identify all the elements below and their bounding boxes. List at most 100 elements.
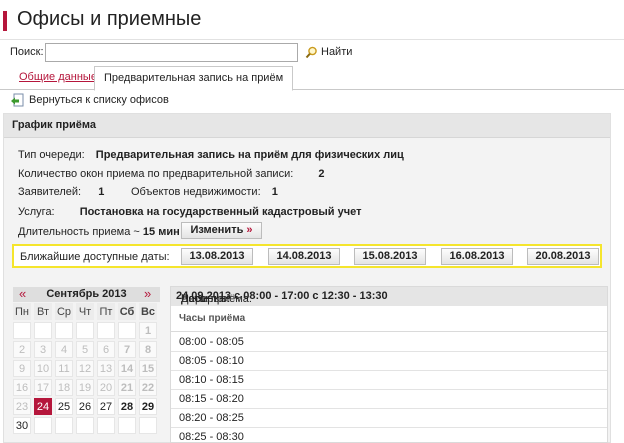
calendar-day: 12 (76, 360, 94, 377)
queue-type-value: Предварительная запись на приём для физи… (95, 149, 404, 161)
search-input[interactable] (45, 43, 298, 62)
tab-bar: Общие данные Предварительная запись на п… (0, 66, 624, 91)
windows-row: Количество окон приема по предварительно… (18, 168, 324, 180)
calendar-day[interactable]: 24 (34, 398, 52, 415)
calendar-day: 18 (55, 379, 73, 396)
time-slot-label: 08:15 - 08:20 (179, 393, 244, 405)
calendar-day: 22 (139, 379, 157, 396)
weekday-header: Пт (97, 303, 115, 320)
date-button[interactable]: 20.08.2013 (527, 248, 599, 265)
calendar-month: Сентябрь 2013 (46, 288, 127, 300)
search-label: Поиск: (10, 46, 44, 58)
date-button[interactable]: 14.08.2013 (268, 248, 340, 265)
find-label: Найти (321, 46, 353, 58)
applicants-row: Заявителей: 1 (18, 186, 104, 198)
calendar-empty-cell (97, 322, 115, 339)
date-button[interactable]: 16.08.2013 (441, 248, 513, 265)
calendar-day: 14 (118, 360, 136, 377)
calendar-empty-cell (13, 322, 31, 339)
weekday-header: Сб (118, 303, 136, 320)
back-link-label: Вернуться к списку офисов (29, 94, 169, 106)
calendar-empty-cell (118, 417, 136, 434)
time-slot-label: 08:00 - 08:05 (179, 336, 244, 348)
page-title: Офисы и приемные (17, 8, 202, 30)
calendar-day: 15 (139, 360, 157, 377)
calendar-day: 23 (13, 398, 31, 415)
break-value: с 12:30 - 13:30 (312, 290, 388, 302)
calendar-day: 6 (97, 341, 115, 358)
queue-type-row: Тип очереди: Предварительная запись на п… (18, 149, 404, 161)
time-slots-panel: Дата: 24.09.2013 | Часы приёма: с 08:00 … (170, 286, 608, 443)
accent-bar (3, 11, 7, 31)
time-slot-label: 08:05 - 08:10 (179, 355, 244, 367)
find-button[interactable]: Найти (305, 44, 352, 60)
time-slot[interactable]: 08:15 - 08:20 (171, 390, 607, 409)
tab-appointment[interactable]: Предварительная запись на приём (94, 66, 294, 91)
queue-type-label: Тип очереди: (18, 149, 85, 161)
calendar-empty-cell (76, 322, 94, 339)
windows-label: Количество окон приема по предварительно… (18, 168, 294, 180)
calendar-day[interactable]: 29 (139, 398, 157, 415)
calendar-empty-cell (34, 417, 52, 434)
calendar-day: 20 (97, 379, 115, 396)
next-month-button[interactable]: » (144, 287, 151, 301)
date-button[interactable]: 13.08.2013 (181, 248, 253, 265)
calendar-empty-cell (55, 417, 73, 434)
panel-header: График приёма (4, 114, 610, 138)
change-button-label: Изменить (190, 224, 244, 236)
calendar-day: 5 (76, 341, 94, 358)
weekday-header: Чт (76, 303, 94, 320)
time-slot-label: 08:25 - 08:30 (179, 431, 244, 443)
time-slot[interactable]: 08:05 - 08:10 (171, 352, 607, 371)
calendar: Сентябрь 2013 « » Пн Вт Ср Чт Пт Сб Вс 1 2 3 4 5 6 7 8… (13, 285, 160, 443)
time-slot-label: 08:10 - 08:15 (179, 374, 244, 386)
page-header: Офисы и приемные (0, 0, 624, 40)
objects-row: Объектов недвижимости: 1 (131, 186, 278, 198)
slots-column-header: Часы приёма (171, 307, 607, 332)
calendar-day: 21 (118, 379, 136, 396)
calendar-day: 7 (118, 341, 136, 358)
calendar-day: 8 (139, 341, 157, 358)
calendar-day: 11 (55, 360, 73, 377)
calendar-empty-cell (97, 417, 115, 434)
weekday-header: Пн (13, 303, 31, 320)
duration-label: Длительность приема ~ (18, 226, 140, 238)
magnifier-icon (305, 46, 317, 58)
calendar-day[interactable]: 30 (13, 417, 31, 434)
search-bar: Поиск: Найти (0, 40, 624, 65)
tab-general[interactable]: Общие данные (10, 66, 106, 90)
nearest-dates-label: Ближайшие доступные даты: (20, 251, 170, 263)
calendar-day[interactable]: 25 (55, 398, 73, 415)
calendar-header: Сентябрь 2013 « » (13, 287, 160, 302)
change-button[interactable]: Изменить » (181, 222, 262, 239)
calendar-day: 9 (13, 360, 31, 377)
time-slot[interactable]: 08:20 - 08:25 (171, 409, 607, 428)
calendar-day: 2 (13, 341, 31, 358)
calendar-day: 3 (34, 341, 52, 358)
calendar-day[interactable]: 26 (76, 398, 94, 415)
time-slot[interactable]: 08:25 - 08:30 (171, 428, 607, 443)
calendar-day: 17 (34, 379, 52, 396)
calendar-empty-cell (139, 417, 157, 434)
time-slot[interactable]: 08:10 - 08:15 (171, 371, 607, 390)
nearest-dates-box: Ближайшие доступные даты: 13.08.2013 14.… (12, 244, 602, 268)
calendar-empty-cell (34, 322, 52, 339)
duration-value: 15 мин (142, 226, 180, 238)
panel-title: График приёма (12, 119, 96, 131)
calendar-empty-cell (55, 322, 73, 339)
date-button[interactable]: 15.08.2013 (354, 248, 426, 265)
calendar-day[interactable]: 28 (118, 398, 136, 415)
schedule-summary: Дата: 24.09.2013 | Часы приёма: с 08:00 … (171, 287, 607, 306)
service-value: Постановка на государственный кадастровы… (79, 206, 362, 218)
weekday-header: Вт (34, 303, 52, 320)
back-to-offices-link[interactable]: Вернуться к списку офисов (10, 93, 169, 107)
windows-value: 2 (318, 168, 325, 180)
service-label: Услуга: (18, 206, 55, 218)
calendar-day[interactable]: 27 (97, 398, 115, 415)
objects-value: 1 (271, 186, 278, 198)
slots-column-title: Часы приёма (179, 313, 246, 324)
weekday-header: Ср (55, 303, 73, 320)
time-slot[interactable]: 08:00 - 08:05 (171, 333, 607, 352)
prev-month-button[interactable]: « (19, 287, 26, 301)
calendar-day: 1 (139, 322, 157, 339)
